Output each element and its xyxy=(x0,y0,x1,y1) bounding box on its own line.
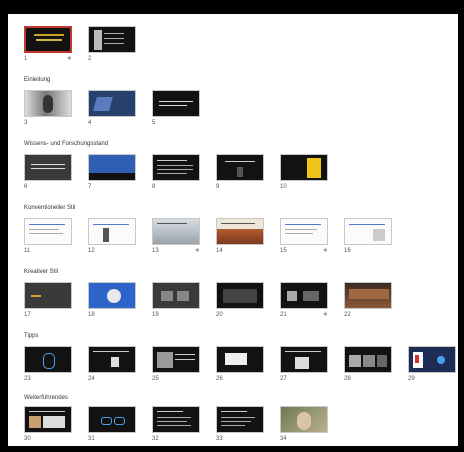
slide-number: 6 xyxy=(24,184,28,190)
slide-number: 8 xyxy=(152,184,156,190)
slide-preview xyxy=(216,406,264,433)
slide-number: 16 xyxy=(344,248,351,254)
section-title[interactable]: Kreativer Stil xyxy=(24,269,58,275)
slide-number: 13 xyxy=(152,248,159,254)
slide-number: 1 xyxy=(24,56,28,62)
slide-number: 28 xyxy=(344,376,351,382)
transition-icon: ★ xyxy=(194,248,200,254)
slide-preview xyxy=(88,282,136,309)
slide-preview xyxy=(408,346,456,373)
slide-preview xyxy=(344,218,392,245)
transition-icon: ★ xyxy=(66,56,72,62)
slide-preview xyxy=(24,26,72,53)
slide-preview xyxy=(216,346,264,373)
slide-preview xyxy=(216,282,264,309)
slide-preview xyxy=(24,406,72,433)
section-title[interactable]: Einleitung xyxy=(24,77,50,83)
slide-number: 4 xyxy=(88,120,92,126)
slide-number: 30 xyxy=(24,436,31,442)
slide-preview xyxy=(344,346,392,373)
slide-preview xyxy=(24,282,72,309)
section-title[interactable]: Wissens- und Forschungsstand xyxy=(24,141,108,147)
slide-preview xyxy=(280,218,328,245)
slide-preview xyxy=(280,154,328,181)
slide-preview xyxy=(280,282,328,309)
slide-number: 19 xyxy=(152,312,159,318)
slide-preview xyxy=(88,406,136,433)
slide-preview xyxy=(88,90,136,117)
slide-number: 31 xyxy=(88,436,95,442)
slide-number: 11 xyxy=(24,248,31,254)
slide-number: 15 xyxy=(280,248,287,254)
slide-preview xyxy=(24,154,72,181)
slide-preview xyxy=(152,282,200,309)
slide-sorter-view: 1 ★ 2 Einleitung 3 4 5 Wissens- und Fors… xyxy=(8,14,458,446)
slide-number: 21 xyxy=(280,312,287,318)
slide-preview xyxy=(24,90,72,117)
transition-icon: ★ xyxy=(322,248,328,254)
slide-number: 32 xyxy=(152,436,159,442)
slide-preview xyxy=(152,90,200,117)
slide-preview xyxy=(88,346,136,373)
slide-number: 12 xyxy=(88,248,95,254)
slide-number: 27 xyxy=(280,376,287,382)
slide-preview xyxy=(24,346,72,373)
slide-number: 23 xyxy=(24,376,31,382)
slide-preview xyxy=(216,218,264,245)
slide-preview xyxy=(152,154,200,181)
slide-preview xyxy=(88,26,136,53)
slide-preview xyxy=(280,346,328,373)
slide-preview xyxy=(152,406,200,433)
slide-number: 26 xyxy=(216,376,223,382)
slide-preview xyxy=(216,154,264,181)
slide-number: 7 xyxy=(88,184,92,190)
slide-preview xyxy=(24,218,72,245)
section-title[interactable]: Tipps xyxy=(24,333,38,339)
slide-number: 5 xyxy=(152,120,156,126)
section-title[interactable]: Weiterführendes xyxy=(24,395,68,401)
slide-number: 14 xyxy=(216,248,223,254)
slide-preview xyxy=(88,154,136,181)
slide-number: 34 xyxy=(280,436,287,442)
slide-preview xyxy=(280,406,328,433)
slide-preview xyxy=(344,282,392,309)
slide-number: 3 xyxy=(24,120,28,126)
slide-number: 33 xyxy=(216,436,223,442)
slide-preview xyxy=(152,218,200,245)
slide-number: 25 xyxy=(152,376,159,382)
slide-number: 2 xyxy=(88,56,92,62)
section-title[interactable]: Konventioneller Stil xyxy=(24,205,75,211)
slide-preview xyxy=(88,218,136,245)
slide-number: 20 xyxy=(216,312,223,318)
slide-number: 10 xyxy=(280,184,287,190)
slide-number: 17 xyxy=(24,312,31,318)
slide-number: 18 xyxy=(88,312,95,318)
slide-preview xyxy=(152,346,200,373)
transition-icon: ★ xyxy=(322,312,328,318)
slide-number: 24 xyxy=(88,376,95,382)
slide-number: 29 xyxy=(408,376,415,382)
slide-number: 9 xyxy=(216,184,220,190)
slide-number: 22 xyxy=(344,312,351,318)
